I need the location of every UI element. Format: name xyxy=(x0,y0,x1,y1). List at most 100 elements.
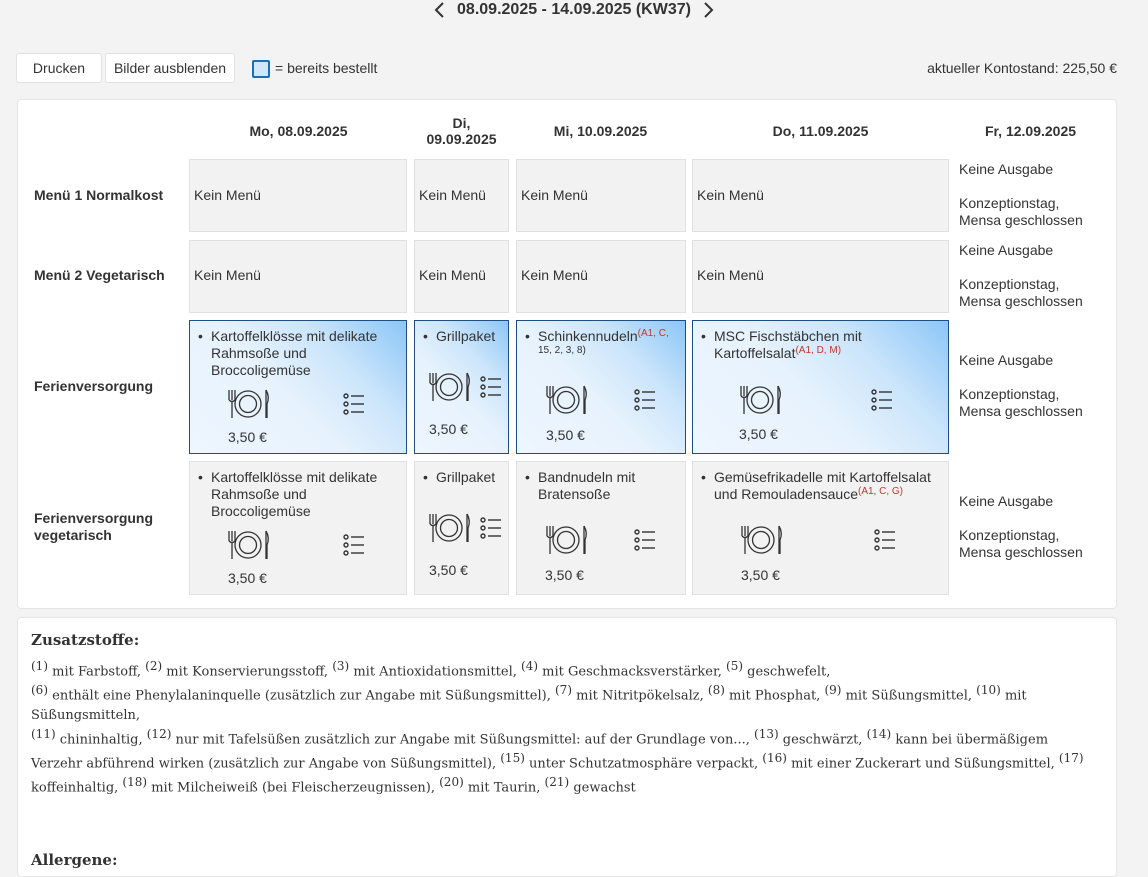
plate-cutlery-icon xyxy=(429,372,470,401)
additive-number: (6) xyxy=(31,683,48,698)
details-list-icon[interactable] xyxy=(480,516,502,540)
menu-cell-wed-menu1[interactable]: Kein Menü xyxy=(516,159,686,232)
friday-cell-menu2: Keine Ausgabe Konzeptionstag, Mensa gesc… xyxy=(959,242,1083,310)
plate-cutlery-icon xyxy=(740,385,781,414)
additive-number: (11) xyxy=(31,726,56,741)
menu-cell-mon-ferien-veg[interactable]: • Kartoffelklösse mit delikate Rahmsoße … xyxy=(189,461,407,595)
dish-line: Bratensoße xyxy=(538,486,611,502)
additive-text: mit Phosphat, xyxy=(724,688,825,704)
allergens-title: Allergene: xyxy=(31,851,118,869)
additive-text: enthält eine Phenylalaninquelle (zusätzl… xyxy=(48,688,555,704)
chevron-left-icon[interactable] xyxy=(433,0,447,20)
menu-cell-mon-menu2[interactable]: Kein Menü xyxy=(189,240,407,313)
day-header-tue-line1: Di, xyxy=(452,115,471,131)
print-button[interactable]: Drucken xyxy=(16,53,102,83)
price: 3,50 € xyxy=(228,429,267,445)
additive-text: mit Geschmacksverstärker, xyxy=(538,664,727,680)
details-list-icon[interactable] xyxy=(874,528,896,552)
bullet: • xyxy=(701,328,706,344)
bullet: • xyxy=(525,328,530,344)
additive-text: koffeinhaltig, xyxy=(31,780,123,796)
price: 3,50 € xyxy=(741,567,780,583)
dish-text: und Remouladensauce xyxy=(714,486,858,502)
row-label-ferien-veg-line2: vegetarisch xyxy=(34,527,112,543)
row-label-ferien: Ferienversorgung xyxy=(34,378,154,394)
additive-text: mit Nitritpökelsalz, xyxy=(572,688,708,704)
week-label: 08.09.2025 - 14.09.2025 (KW37) xyxy=(457,1,691,18)
menu-cell-tue-menu1[interactable]: Kein Menü xyxy=(414,159,509,232)
friday-no-service: Keine Ausgabe xyxy=(959,352,1054,368)
plate-cutlery-icon xyxy=(546,385,587,414)
day-header-fri: Fr, 12.09.2025 xyxy=(984,123,1077,139)
additives-title: Zusatzstoffe: xyxy=(31,631,140,649)
menu-cell-tue-menu2[interactable]: Kein Menü xyxy=(414,240,509,313)
price: 3,50 € xyxy=(429,421,468,437)
menu-cell-thu-ferien[interactable]: • MSC Fischstäbchen mit Kartoffelsalat(A… xyxy=(692,320,949,454)
account-balance: aktueller Kontostand: 225,50 € xyxy=(927,60,1117,76)
dish-line: Rahmsoße und xyxy=(211,486,307,502)
additive-text: unter Schutzatmosphäre verpackt, xyxy=(524,756,763,772)
no-menu-text: Kein Menü xyxy=(697,187,764,203)
menu-cell-mon-ferien[interactable]: • Kartoffelklösse mit delikate Rahmsoße … xyxy=(189,320,407,454)
menu-cell-wed-ferien-veg[interactable]: • Bandnudeln mit Bratensoße 3,50 € xyxy=(516,461,686,595)
details-list-icon[interactable] xyxy=(634,528,656,552)
menu-cell-tue-ferien-veg[interactable]: • Grillpaket 3,50 € xyxy=(414,461,509,595)
hide-images-button[interactable]: Bilder ausblenden xyxy=(105,53,235,83)
chevron-right-icon[interactable] xyxy=(701,0,715,20)
additive-number: (2) xyxy=(145,659,163,673)
allergen-codes: (A1, C, xyxy=(637,328,669,339)
details-list-icon[interactable] xyxy=(343,533,365,557)
additive-text: chininhaltig, xyxy=(55,731,147,747)
day-header-thu: Do, 11.09.2025 xyxy=(772,123,869,139)
no-menu-text: Kein Menü xyxy=(194,267,261,283)
details-list-icon[interactable] xyxy=(871,388,893,412)
friday-cell-menu1: Keine Ausgabe Konzeptionstag, Mensa gesc… xyxy=(959,161,1083,229)
menu-cell-wed-menu2[interactable]: Kein Menü xyxy=(516,240,686,313)
details-list-icon[interactable] xyxy=(480,375,502,399)
additive-number: (14) xyxy=(866,726,892,741)
menu-cell-thu-menu2[interactable]: Kein Menü xyxy=(692,240,949,313)
no-menu-text: Kein Menü xyxy=(521,187,588,203)
price: 3,50 € xyxy=(429,562,468,578)
friday-no-service: Keine Ausgabe xyxy=(959,161,1054,177)
menu-cell-thu-ferien-veg[interactable]: • Gemüsefrikadelle mit Kartoffelsalat un… xyxy=(692,461,949,595)
bullet: • xyxy=(198,328,203,344)
menu-cell-thu-menu1[interactable]: Kein Menü xyxy=(692,159,949,232)
menu-cell-tue-ferien[interactable]: • Grillpaket 3,50 € xyxy=(414,320,509,454)
menu-cell-wed-ferien[interactable]: • Schinkennudeln(A1, C, 15, 2, 3, 8) 3,5… xyxy=(516,320,686,454)
additive-number: (12) xyxy=(146,726,172,741)
additive-number: (16) xyxy=(762,750,787,765)
details-list-icon[interactable] xyxy=(343,392,365,416)
friday-reason-line2: Mensa geschlossen xyxy=(959,293,1083,309)
bullet: • xyxy=(423,328,428,344)
dish-line: Gemüsefrikadelle mit Kartoffelsalat xyxy=(714,469,931,485)
additive-text: mit Antioxidationsmittel, xyxy=(349,664,522,680)
dish-name: • Grillpaket xyxy=(423,328,495,345)
additive-text: gewachst xyxy=(569,780,636,796)
friday-reason-line1: Konzeptionstag, xyxy=(959,527,1060,543)
dish-line: Schinkennudeln(A1, C, xyxy=(525,328,669,345)
no-menu-text: Kein Menü xyxy=(194,187,261,203)
day-header-wed: Mi, 10.09.2025 xyxy=(553,123,648,139)
bullet: • xyxy=(198,469,203,485)
additive-number: (1) xyxy=(31,659,48,673)
additive-number: (18) xyxy=(122,775,148,790)
additive-text: mit Farbstoff, xyxy=(48,664,146,680)
plate-cutlery-icon xyxy=(228,389,269,418)
additive-text: mit einer Zuckerart und Süßungsmittel, xyxy=(786,756,1059,772)
additive-number: (7) xyxy=(555,683,572,698)
dish-line: Grillpaket xyxy=(436,328,496,344)
menu-cell-mon-menu1[interactable]: Kein Menü xyxy=(189,159,407,232)
dish-text: Kartoffelsalat xyxy=(714,345,796,361)
details-list-icon[interactable] xyxy=(634,388,656,412)
additive-text: mit Süßungsmittel, xyxy=(841,688,977,704)
friday-reason-line2: Mensa geschlossen xyxy=(959,544,1083,560)
dish-line: und Remouladensauce(A1, C, G) xyxy=(701,486,931,503)
dish-name: • Kartoffelklösse mit delikate Rahmsoße … xyxy=(198,469,377,520)
additive-number: (17) xyxy=(1058,750,1084,765)
price: 3,50 € xyxy=(739,426,778,442)
additive-number: (21) xyxy=(544,775,570,790)
dish-name: • Schinkennudeln(A1, C, 15, 2, 3, 8) xyxy=(525,328,669,357)
friday-no-service: Keine Ausgabe xyxy=(959,493,1054,509)
bullet: • xyxy=(525,469,530,485)
